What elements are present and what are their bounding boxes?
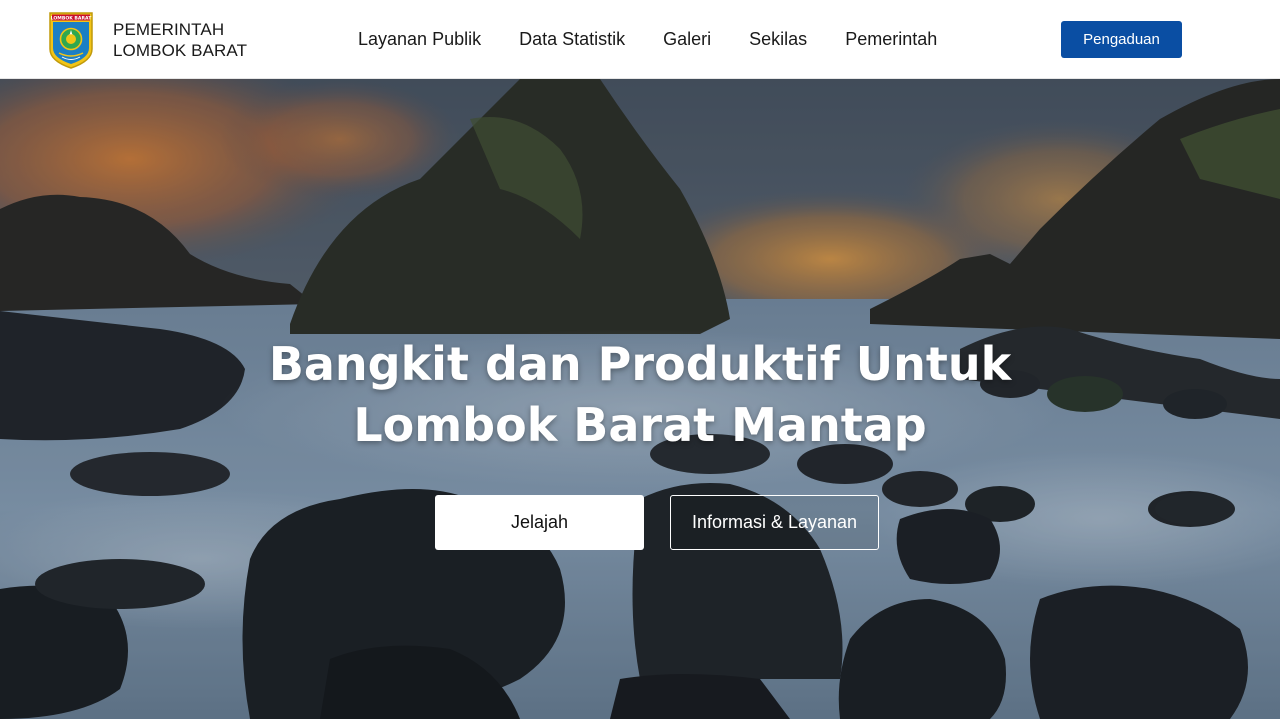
brand-line-1: PEMERINTAH [113,20,225,39]
brand[interactable]: LOMBOK BARAT PEMERINTAH LOMBOK BARAT [48,11,247,69]
nav-item-data-statistik[interactable]: Data Statistik [519,28,625,50]
hero-section: Bangkit dan Produktif Untuk Lombok Barat… [0,79,1280,719]
page: LOMBOK BARAT PEMERINTAH LOMBOK BARAT Lay… [0,0,1280,719]
nav-item-pemerintah[interactable]: Pemerintah [845,28,937,50]
site-header: LOMBOK BARAT PEMERINTAH LOMBOK BARAT Lay… [0,0,1280,79]
brand-line-2: LOMBOK BARAT [113,41,248,60]
lombok-barat-emblem-icon: LOMBOK BARAT [49,12,93,69]
informasi-layanan-button[interactable]: Informasi & Layanan [670,495,879,550]
hero-title-line-2: Lombok Barat Mantap [353,398,927,452]
nav-item-layanan-publik[interactable]: Layanan Publik [358,28,481,50]
jelajah-button[interactable]: Jelajah [435,495,644,550]
nav-item-galeri[interactable]: Galeri [663,28,711,50]
hero-title: Bangkit dan Produktif Untuk Lombok Barat… [0,334,1280,456]
hero-title-line-1: Bangkit dan Produktif Untuk [268,337,1012,391]
svg-text:LOMBOK BARAT: LOMBOK BARAT [51,15,93,21]
nav-item-sekilas[interactable]: Sekilas [749,28,807,50]
brand-name: PEMERINTAH LOMBOK BARAT [113,19,247,61]
pengaduan-button[interactable]: Pengaduan [1061,21,1182,58]
main-nav: Layanan Publik Data Statistik Galeri Sek… [358,28,975,50]
